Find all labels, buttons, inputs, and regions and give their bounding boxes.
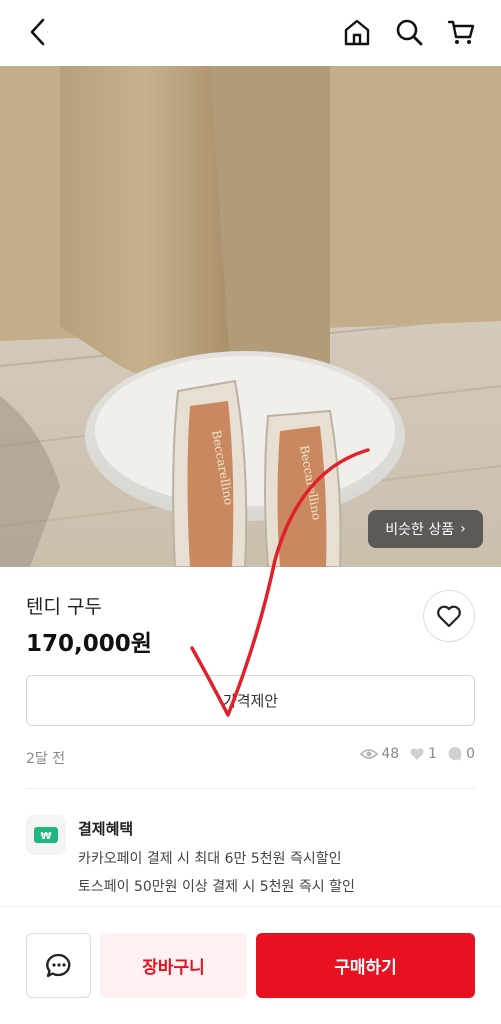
- similar-products-button[interactable]: 비슷한 상품 ›: [368, 510, 483, 548]
- divider: [26, 788, 475, 789]
- chevron-right-icon: ›: [460, 521, 466, 537]
- price-offer-button[interactable]: 가격제안: [26, 675, 475, 726]
- home-icon: [344, 19, 370, 46]
- price-offer-label: 가격제안: [222, 692, 279, 710]
- svg-text:₩: ₩: [40, 831, 51, 842]
- cart-icon: [447, 20, 475, 44]
- product-photo: Beccarellino Beccarellino: [0, 66, 501, 567]
- payment-benefit-tosspay: 토스페이 50만원 이상 결제 시 5천원 즉시 할인: [78, 879, 355, 895]
- back-arrow-icon: [30, 18, 45, 46]
- buy-now-button[interactable]: 구매하기: [256, 933, 475, 998]
- payment-benefit-icon: ₩: [26, 815, 66, 855]
- chat-icon: [45, 953, 70, 977]
- home-button[interactable]: [340, 15, 374, 49]
- comments-count: 0: [466, 746, 475, 762]
- product-stats: 48 1 0: [354, 746, 475, 762]
- coupon-icon: ₩: [34, 827, 58, 843]
- top-nav: [0, 0, 501, 66]
- comments-stat: 0: [447, 746, 475, 762]
- add-to-cart-button[interactable]: 장바구니: [100, 933, 247, 998]
- product-price: 170,000원: [26, 631, 152, 657]
- payment-benefit-title: 결제혜택: [78, 820, 134, 838]
- product-image[interactable]: Beccarellino Beccarellino: [0, 66, 501, 567]
- eye-icon: [360, 749, 379, 759]
- posted-time: 2달 전: [26, 751, 66, 767]
- wishlist-button[interactable]: [423, 590, 475, 642]
- product-name: 텐디 구두: [26, 596, 102, 618]
- views-count: 48: [381, 746, 400, 762]
- heart-icon: [437, 605, 461, 628]
- cart-button[interactable]: [444, 15, 478, 49]
- comment-icon: [448, 747, 462, 761]
- search-button[interactable]: [392, 15, 426, 49]
- likes-stat: 1: [409, 746, 437, 762]
- search-icon: [396, 19, 423, 46]
- views-stat: 48: [360, 746, 399, 762]
- similar-products-label: 비슷한 상품: [385, 522, 455, 538]
- chat-button[interactable]: [26, 933, 91, 998]
- likes-count: 1: [428, 746, 438, 762]
- buy-now-label: 구매하기: [334, 958, 397, 978]
- back-button[interactable]: [22, 15, 56, 49]
- add-to-cart-label: 장바구니: [142, 958, 205, 978]
- heart-small-icon: [410, 748, 424, 760]
- payment-benefit-kakaopay: 카카오페이 결제 시 최대 6만 5천원 즉시할인: [78, 851, 342, 867]
